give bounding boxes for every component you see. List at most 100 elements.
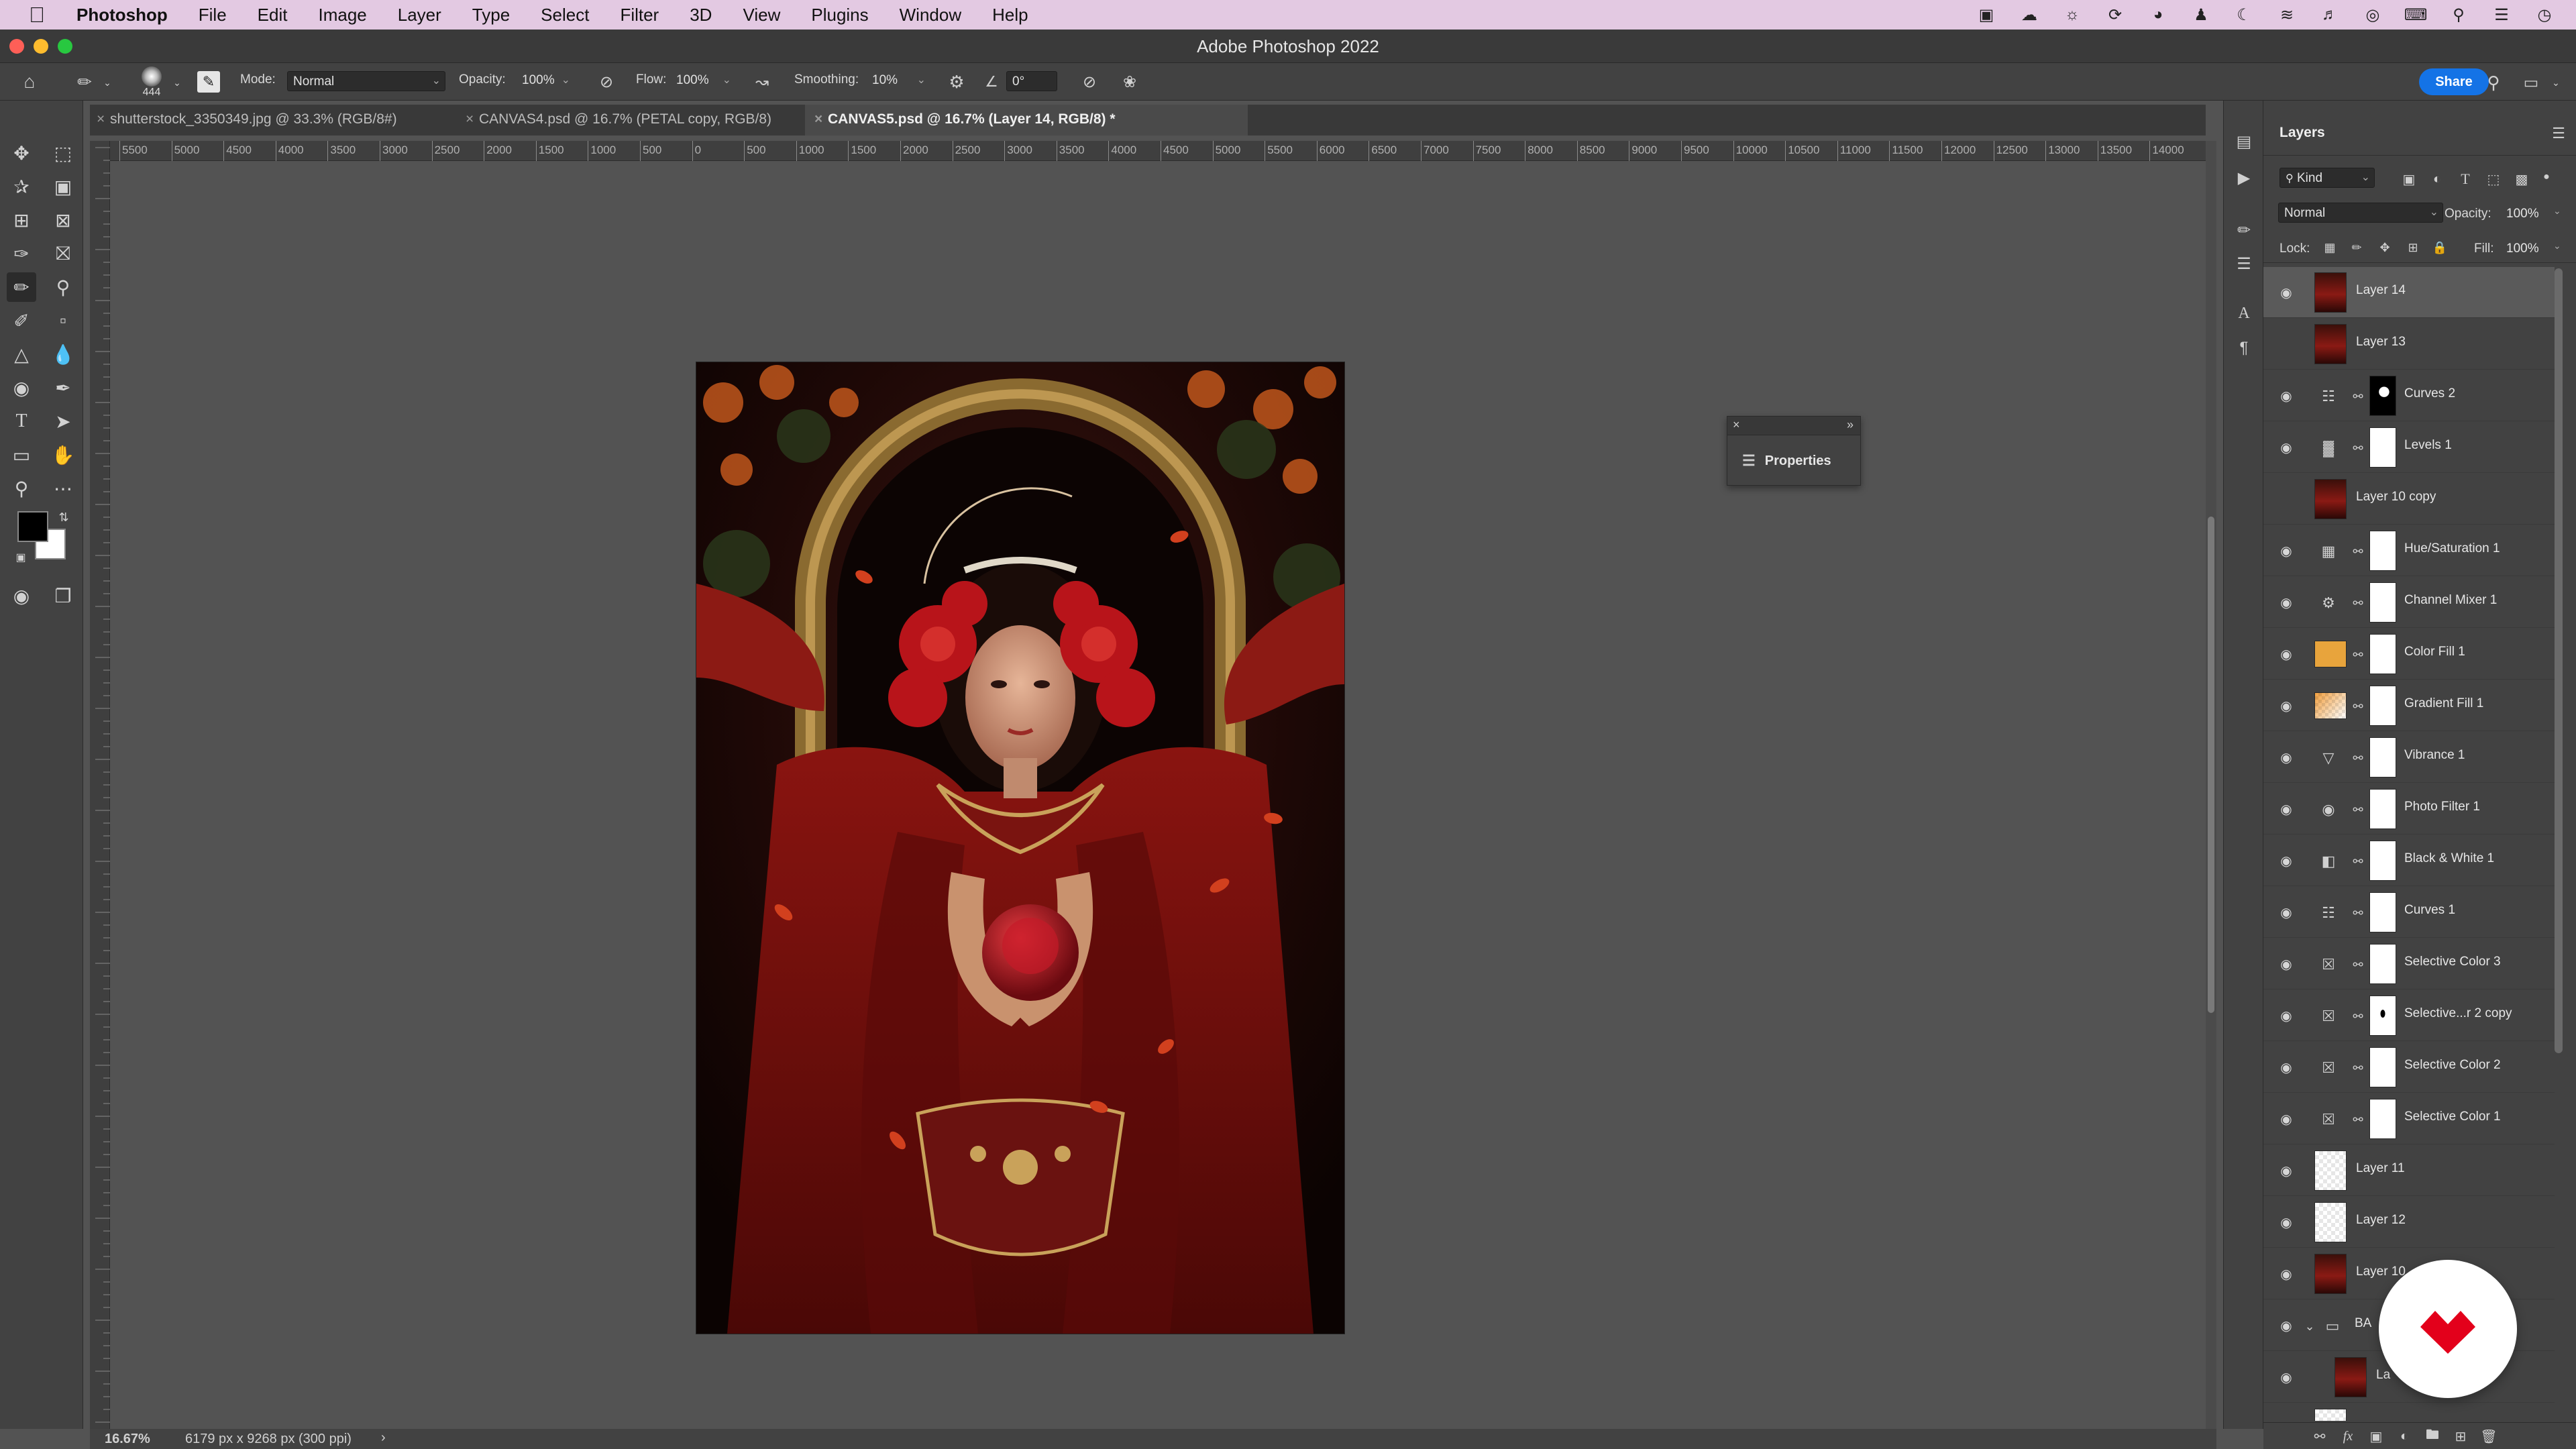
visibility-eye-icon[interactable]: ◉	[2277, 1110, 2296, 1128]
layer-mask-thumbnail[interactable]	[2369, 531, 2396, 571]
hand-tool-icon[interactable]: ✋	[48, 440, 78, 470]
clock-icon[interactable]: ◷	[2533, 5, 2556, 25]
airbrush-icon[interactable]: ↝	[751, 71, 773, 93]
pressure-size-icon[interactable]: ⊘	[1079, 71, 1100, 93]
mask-link-icon[interactable]: ⚯	[2353, 386, 2363, 407]
add-mask-icon[interactable]: ▣	[2367, 1427, 2385, 1446]
healing-brush-tool-icon[interactable]: ⛝	[48, 239, 78, 268]
marquee-tool-icon[interactable]: ⬚	[48, 138, 78, 168]
menu-plugins[interactable]: Plugins	[811, 5, 868, 25]
document-info[interactable]: 6179 px x 9268 px (300 ppi)	[185, 1432, 352, 1447]
pressure-opacity-icon[interactable]: ⊘	[596, 71, 617, 93]
menu-3d[interactable]: 3D	[690, 5, 712, 25]
scrollbar-thumb[interactable]	[2208, 517, 2214, 1013]
layer-mask-thumbnail[interactable]	[2369, 944, 2396, 984]
visibility-eye-icon[interactable]: ◉	[2277, 335, 2296, 354]
curves-icon[interactable]: ☷	[2317, 385, 2340, 408]
layer-row-color-fill-1[interactable]: ◉ ⚯ Color Fill 1	[2263, 629, 2555, 680]
keyboard-icon[interactable]: ⌨	[2404, 5, 2428, 25]
chevron-down-icon[interactable]: ⌄	[102, 72, 113, 93]
photo-filter-icon[interactable]: ◉	[2317, 798, 2340, 821]
filter-shape-icon[interactable]: ⬚	[2483, 169, 2504, 189]
layer-mask-thumbnail[interactable]	[2369, 1047, 2396, 1087]
layer-mask-thumbnail[interactable]	[2369, 427, 2396, 468]
layer-thumbnail[interactable]	[2314, 1202, 2347, 1242]
mask-link-icon[interactable]: ⚯	[2353, 1058, 2363, 1078]
smoothing-field[interactable]: 10% ⌄	[867, 71, 930, 91]
visibility-eye-icon[interactable]: ◉	[2277, 490, 2296, 508]
volume-icon[interactable]: ♬	[2318, 5, 2341, 25]
layer-row-layer-13[interactable]: ◉ Layer 13	[2263, 319, 2555, 370]
close-panel-icon[interactable]: ×	[1733, 418, 1740, 432]
layer-mask-thumbnail[interactable]	[2369, 789, 2396, 829]
mask-link-icon[interactable]: ⚯	[2353, 1110, 2363, 1130]
selective-color-icon[interactable]: ☒	[2317, 1108, 2340, 1131]
new-adjustment-layer-icon[interactable]: ◐	[2395, 1427, 2414, 1446]
brush-size-picker[interactable]: 444	[131, 66, 172, 99]
document-canvas[interactable]	[110, 161, 2206, 1429]
visibility-eye-icon[interactable]: ◉	[2277, 800, 2296, 818]
menu-layer[interactable]: Layer	[398, 5, 441, 25]
menu-select[interactable]: Select	[541, 5, 589, 25]
menu-file[interactable]: File	[199, 5, 227, 25]
layer-mask-thumbnail[interactable]	[2369, 841, 2396, 881]
chevron-down-icon[interactable]: ⌄	[2553, 240, 2561, 252]
link-layers-icon[interactable]: ⚯	[2310, 1427, 2329, 1446]
control-center-icon[interactable]: ☰	[2490, 5, 2513, 25]
menu-image[interactable]: Image	[318, 5, 366, 25]
search-icon[interactable]: ⚲	[2447, 5, 2470, 25]
lock-transparent-pixels-icon[interactable]: ▦	[2321, 239, 2339, 256]
default-colors-icon[interactable]: ▣	[12, 549, 30, 566]
layer-thumbnail[interactable]	[2314, 479, 2347, 519]
quick-mask-icon[interactable]: ◉	[7, 581, 36, 610]
zoom-tool-icon[interactable]: ⚲	[7, 474, 36, 503]
menu-filter[interactable]: Filter	[620, 5, 659, 25]
visibility-eye-icon[interactable]: ◉	[2277, 1213, 2296, 1232]
share-button[interactable]: Share	[2419, 68, 2489, 95]
new-group-icon[interactable]: 🖿	[2423, 1427, 2442, 1446]
layers-scrollbar[interactable]	[2555, 268, 2563, 1053]
paint-bucket-tool-icon[interactable]: △	[7, 339, 36, 369]
layer-thumbnail[interactable]	[2314, 1150, 2347, 1191]
filter-adjustment-icon[interactable]: ◐	[2427, 169, 2447, 189]
layer-row-vibrance-1[interactable]: ◉ ▽ ⚯ Vibrance 1	[2263, 732, 2555, 783]
opacity-field[interactable]: 100% ⌄	[517, 71, 574, 91]
mask-link-icon[interactable]: ⚯	[2353, 903, 2363, 923]
menu-edit[interactable]: Edit	[258, 5, 288, 25]
gradient-fill-swatch[interactable]	[2314, 692, 2347, 719]
gauge-icon[interactable]: ◕	[2147, 5, 2169, 25]
visibility-eye-icon[interactable]: ◉	[2277, 541, 2296, 560]
blur-tool-icon[interactable]: 💧	[48, 339, 78, 369]
layer-row-layer-12[interactable]: ◉ Layer 12	[2263, 1197, 2555, 1248]
visibility-eye-icon[interactable]: ◉	[2277, 1265, 2296, 1283]
menu-type[interactable]: Type	[472, 5, 510, 25]
mask-link-icon[interactable]: ⚯	[2353, 696, 2363, 716]
paragraph-icon[interactable]: ¶	[2233, 337, 2255, 360]
workspace-icon[interactable]: ▭	[2520, 71, 2542, 94]
smoothing-settings-gear-icon[interactable]: ⚙	[946, 71, 967, 93]
channel-mixer-icon[interactable]: ⚙	[2317, 592, 2340, 614]
mask-link-icon[interactable]: ⚯	[2353, 1006, 2363, 1026]
symmetry-icon[interactable]: ❀	[1119, 71, 1140, 93]
layer-mask-thumbnail[interactable]	[2369, 996, 2396, 1036]
status-menu-arrow[interactable]: ›	[381, 1430, 386, 1446]
rectangle-tool-icon[interactable]: ▭	[7, 440, 36, 470]
filter-type-icon[interactable]: T	[2455, 169, 2475, 189]
visibility-eye-icon[interactable]: ◉	[2277, 748, 2296, 767]
levels-icon[interactable]: ▓	[2317, 437, 2340, 460]
visibility-eye-icon[interactable]: ◉	[2277, 283, 2296, 302]
screen-mode-icon[interactable]: ❐	[48, 581, 78, 610]
chevron-down-icon[interactable]: ⌄	[2553, 205, 2561, 217]
record-icon[interactable]: ◎	[2361, 5, 2384, 25]
history-icon[interactable]: ▤	[2233, 130, 2255, 153]
layer-thumbnail[interactable]	[2314, 272, 2347, 313]
group-expand-chevron-icon[interactable]: ⌄	[2304, 1316, 2314, 1336]
visibility-eye-icon[interactable]: ◉	[2277, 1161, 2296, 1180]
menu-window[interactable]: Window	[900, 5, 961, 25]
visibility-eye-icon[interactable]: ◉	[2277, 645, 2296, 663]
visibility-eye-icon[interactable]: ◉	[2277, 1368, 2296, 1387]
selective-color-icon[interactable]: ☒	[2317, 1057, 2340, 1079]
visibility-eye-icon[interactable]: ◉	[2277, 1316, 2296, 1335]
selective-color-icon[interactable]: ☒	[2317, 953, 2340, 976]
hue-saturation-icon[interactable]: ▦	[2317, 540, 2340, 563]
